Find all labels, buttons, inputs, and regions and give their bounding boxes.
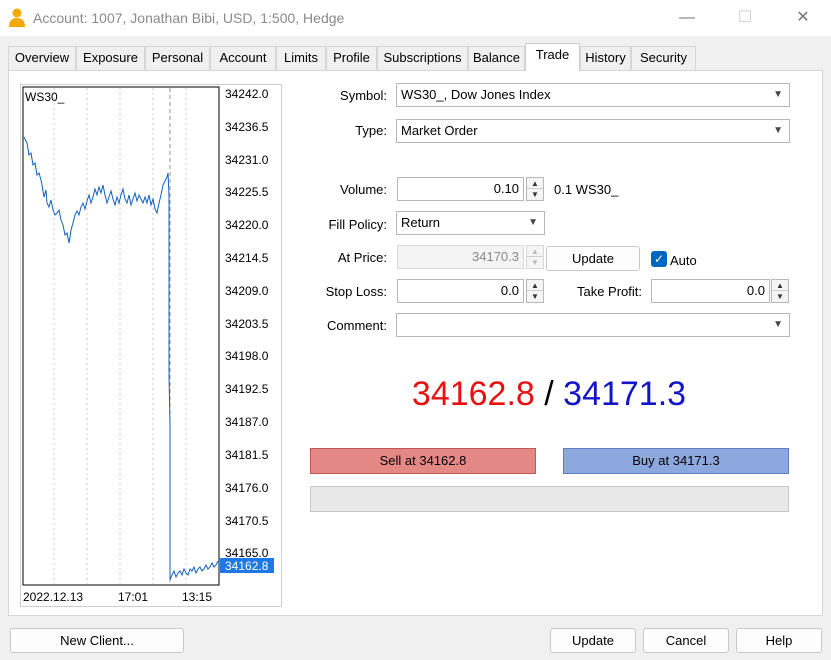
chevron-down-icon: ▼: [773, 89, 783, 100]
help-button[interactable]: Help: [736, 628, 822, 653]
chart-symbol-label: WS30_: [25, 90, 65, 104]
y-tick-label: 34220.0: [225, 218, 269, 232]
y-tick-label: 34165.0: [225, 546, 269, 560]
tab-subscriptions[interactable]: Subscriptions: [377, 46, 468, 70]
tab-history[interactable]: History: [580, 46, 631, 70]
stop-loss-stepper[interactable]: ▲ ▼: [526, 279, 544, 303]
volume-label: Volume:: [340, 182, 387, 197]
cancel-button[interactable]: Cancel: [643, 628, 729, 653]
volume-input[interactable]: 0.10: [397, 177, 524, 201]
tab-balance[interactable]: Balance: [468, 46, 525, 70]
comment-input[interactable]: ▼: [396, 313, 790, 337]
y-tick-label: 34236.5: [225, 120, 269, 134]
tab-exposure[interactable]: Exposure: [76, 46, 145, 70]
at-price-stepper[interactable]: ▲ ▼: [526, 245, 544, 269]
quote-separator: /: [544, 375, 554, 413]
tab-trade[interactable]: Trade: [525, 43, 580, 71]
x-tick-label: 2022.12.13: [23, 590, 83, 604]
volume-stepper[interactable]: ▲ ▼: [526, 177, 544, 201]
y-tick-label: 34203.5: [225, 317, 269, 331]
y-tick-label: 34170.5: [225, 514, 269, 528]
symbol-value: WS30_, Dow Jones Index: [401, 87, 551, 102]
tab-overview[interactable]: Overview: [8, 46, 76, 70]
auto-checkbox[interactable]: ✓: [651, 251, 667, 267]
x-tick-label: 17:01: [118, 590, 148, 604]
spin-down-icon[interactable]: ▼: [527, 257, 543, 268]
y-tick-label: 34192.5: [225, 382, 269, 396]
maximize-icon[interactable]: ☐: [735, 8, 755, 28]
spin-up-icon[interactable]: ▲: [772, 280, 788, 291]
close-icon[interactable]: ✕: [793, 8, 813, 28]
symbol-label: Symbol:: [340, 88, 387, 103]
y-tick-label: 34198.0: [225, 349, 269, 363]
chevron-down-icon: ▼: [773, 125, 783, 136]
spin-up-icon[interactable]: ▲: [527, 178, 543, 189]
sell-button[interactable]: Sell at 34162.8: [310, 448, 536, 474]
at-price-label: At Price:: [337, 250, 387, 265]
user-icon: [9, 8, 25, 27]
type-value: Market Order: [401, 123, 478, 138]
buy-button[interactable]: Buy at 34171.3: [563, 448, 789, 474]
stop-loss-label: Stop Loss:: [325, 284, 387, 299]
tab-profile[interactable]: Profile: [326, 46, 377, 70]
spin-up-icon[interactable]: ▲: [527, 246, 543, 257]
tab-limits[interactable]: Limits: [276, 46, 326, 70]
tab-security[interactable]: Security: [631, 46, 696, 70]
tab-account[interactable]: Account: [210, 46, 276, 70]
y-tick-label: 34231.0: [225, 153, 269, 167]
comment-label: Comment:: [327, 318, 387, 333]
window-title: Account: 1007, Jonathan Bibi, USD, 1:500…: [33, 10, 345, 26]
chart-plot-area: [22, 86, 220, 586]
at-price-input[interactable]: 34170.3: [397, 245, 524, 269]
y-tick-label: 34225.5: [225, 185, 269, 199]
y-tick-label: 34187.0: [225, 415, 269, 429]
type-label: Type:: [355, 123, 387, 138]
update-price-button[interactable]: Update: [546, 246, 640, 271]
y-tick-label: 34209.0: [225, 284, 269, 298]
y-tick-label: 34176.0: [225, 481, 269, 495]
spin-down-icon[interactable]: ▼: [772, 291, 788, 302]
chevron-down-icon: ▼: [528, 217, 538, 228]
spin-down-icon[interactable]: ▼: [527, 291, 543, 302]
order-progress-bar: [310, 486, 789, 512]
quote-display: 34162.8 / 34171.3: [310, 375, 788, 414]
y-tick-label: 34242.0: [225, 87, 269, 101]
auto-label: Auto: [670, 253, 697, 268]
type-select[interactable]: Market Order ▼: [396, 119, 790, 143]
x-tick-label: 13:15: [182, 590, 212, 604]
tab-personal[interactable]: Personal: [145, 46, 210, 70]
volume-hint: 0.1 WS30_: [554, 182, 619, 197]
bid-price: 34162.8: [411, 375, 535, 413]
symbol-select[interactable]: WS30_, Dow Jones Index ▼: [396, 83, 790, 107]
current-price-label: 34162.8: [225, 559, 269, 573]
update-button[interactable]: Update: [550, 628, 636, 653]
fill-policy-label: Fill Policy:: [328, 217, 387, 232]
ask-price: 34171.3: [563, 375, 687, 413]
take-profit-input[interactable]: 0.0: [651, 279, 770, 303]
new-client-button[interactable]: New Client...: [10, 628, 184, 653]
fill-policy-value: Return: [401, 215, 441, 230]
price-chart: 34242.0 34236.5 34231.0 34225.5 34220.0 …: [20, 84, 282, 607]
spin-down-icon[interactable]: ▼: [527, 189, 543, 200]
spin-up-icon[interactable]: ▲: [527, 280, 543, 291]
title-bar: Account: 1007, Jonathan Bibi, USD, 1:500…: [0, 0, 831, 36]
stop-loss-input[interactable]: 0.0: [397, 279, 524, 303]
y-tick-label: 34214.5: [225, 251, 269, 265]
take-profit-stepper[interactable]: ▲ ▼: [771, 279, 789, 303]
fill-policy-select[interactable]: Return ▼: [396, 211, 545, 235]
y-tick-label: 34181.5: [225, 448, 269, 462]
minimize-icon[interactable]: —: [677, 8, 697, 28]
chevron-down-icon: ▼: [773, 319, 783, 330]
take-profit-label: Take Profit:: [576, 284, 642, 299]
